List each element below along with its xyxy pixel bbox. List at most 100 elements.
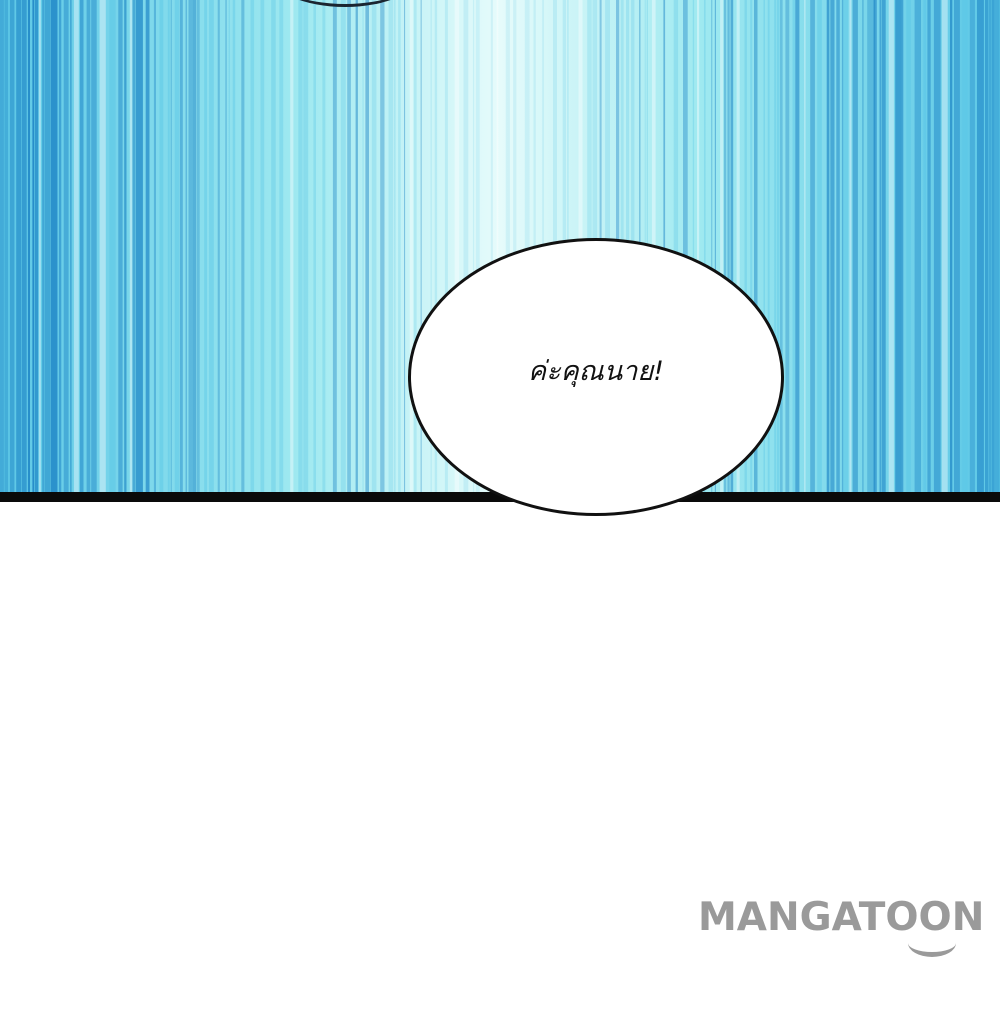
speed-line: [4, 0, 9, 492]
speed-line: [279, 0, 284, 492]
speed-line: [34, 0, 39, 492]
speed-line: [933, 0, 941, 492]
speed-line: [204, 0, 207, 492]
speed-line: [362, 0, 364, 492]
speed-line: [124, 0, 127, 492]
watermark-text: MANGATOON: [698, 895, 985, 940]
speed-line: [954, 0, 960, 492]
speed-line: [132, 0, 136, 492]
speed-line: [881, 0, 886, 492]
speed-line: [830, 0, 835, 492]
speed-line: [58, 0, 62, 492]
speed-line: [196, 0, 200, 492]
speed-line: [795, 0, 800, 492]
speed-line: [875, 0, 877, 492]
speed-line: [38, 0, 41, 492]
mangatoon-watermark: MANGATOON: [698, 895, 1000, 965]
smile-icon: [908, 943, 956, 957]
speed-line: [969, 0, 975, 492]
speed-line: [118, 0, 123, 492]
speed-line: [313, 0, 316, 492]
speed-line: [901, 0, 904, 492]
speed-line: [79, 0, 84, 492]
speed-line: [260, 0, 265, 492]
speed-line: [63, 0, 69, 492]
speed-line: [174, 0, 179, 492]
speed-line: [179, 0, 183, 492]
speed-line: [170, 0, 172, 492]
speed-line: [73, 0, 79, 492]
speech-bubble-text: ค่ะคุณนาย!: [528, 356, 664, 387]
speed-line: [16, 0, 22, 492]
speed-line: [991, 0, 995, 492]
speed-line: [217, 0, 220, 492]
speed-line: [380, 0, 385, 492]
speed-line: [817, 0, 822, 492]
speed-line: [988, 0, 992, 492]
speed-line: [398, 0, 401, 492]
speed-line: [792, 0, 796, 492]
speed-line: [409, 0, 413, 492]
speed-line: [906, 0, 911, 492]
speed-line: [804, 0, 806, 492]
speed-line: [42, 0, 45, 492]
speed-line: [241, 0, 245, 492]
comic-page: ค่ะคุณนาย! MANGATOON: [0, 0, 1000, 1010]
speed-line: [91, 0, 97, 492]
speed-line: [250, 0, 255, 492]
speed-line: [32, 0, 35, 492]
speed-line: [849, 0, 852, 492]
speed-line: [136, 0, 143, 492]
speed-line: [404, 0, 406, 492]
speed-line: [862, 0, 864, 492]
speed-line: [21, 0, 27, 492]
speed-line: [298, 0, 303, 492]
speed-line: [50, 0, 58, 492]
speed-line: [873, 0, 876, 492]
speed-line: [836, 0, 840, 492]
speed-line: [780, 0, 783, 492]
speed-line: [159, 0, 164, 492]
speed-line: [188, 0, 193, 492]
speed-line: [45, 0, 51, 492]
speed-line: [185, 0, 187, 492]
speed-line: [153, 0, 156, 492]
speed-line: [9, 0, 15, 492]
speed-line: [332, 0, 337, 492]
speed-line: [843, 0, 849, 492]
speed-line: [977, 0, 984, 492]
speed-line: [70, 0, 72, 492]
speed-line: [27, 0, 30, 492]
speed-line: [927, 0, 931, 492]
speed-line: [340, 0, 346, 492]
speed-line: [852, 0, 858, 492]
speed-line: [290, 0, 294, 492]
speed-line: [355, 0, 358, 492]
speed-line: [192, 0, 197, 492]
speed-line: [371, 0, 377, 492]
speed-line: [303, 0, 309, 492]
speed-line: [810, 0, 815, 492]
speed-line: [209, 0, 214, 492]
speed-line: [365, 0, 369, 492]
speed-line: [167, 0, 170, 492]
speed-line: [228, 0, 230, 492]
speed-line: [86, 0, 91, 492]
speed-line: [785, 0, 790, 492]
speed-line: [950, 0, 953, 492]
speed-line: [867, 0, 874, 492]
speed-line: [879, 0, 882, 492]
speed-line: [232, 0, 236, 492]
speed-line: [145, 0, 150, 492]
speed-line: [271, 0, 276, 492]
speed-line: [0, 0, 4, 492]
speed-line: [895, 0, 902, 492]
speed-line: [99, 0, 106, 492]
speed-line: [129, 0, 133, 492]
speed-line: [914, 0, 921, 492]
speed-line: [985, 0, 989, 492]
speed-line: [393, 0, 396, 492]
speed-line: [923, 0, 927, 492]
speed-line: [225, 0, 227, 492]
speed-line: [962, 0, 968, 492]
